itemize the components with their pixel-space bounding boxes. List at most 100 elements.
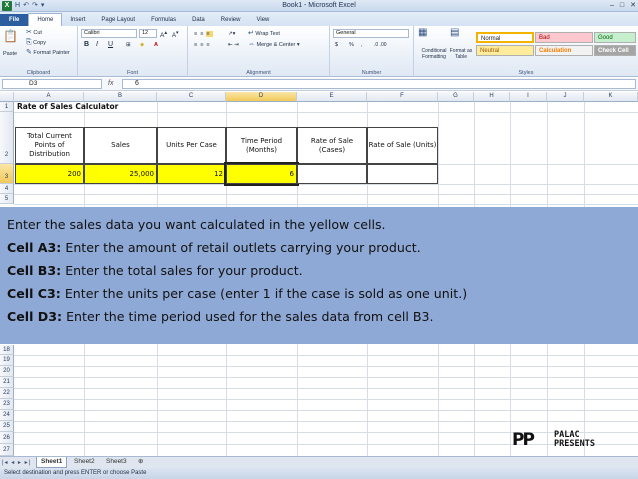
vertical-align-icons[interactable]: ≡≡≡ bbox=[194, 30, 213, 38]
tab-insert[interactable]: Insert bbox=[62, 14, 93, 26]
number-format-select[interactable]: General bbox=[333, 29, 409, 38]
borders-icon[interactable]: ⊞ bbox=[126, 41, 131, 49]
column-header-j[interactable]: J bbox=[547, 92, 584, 102]
tab-view[interactable]: View bbox=[248, 14, 277, 26]
cell-b3-sales-input[interactable]: 25,000 bbox=[84, 164, 157, 184]
currency-button[interactable]: $ bbox=[335, 41, 338, 49]
row-header-20[interactable]: 20 bbox=[0, 366, 14, 377]
column-header-c[interactable]: C bbox=[157, 92, 226, 102]
calculator-title[interactable]: Rate of Sales Calculator bbox=[17, 102, 118, 112]
tab-data[interactable]: Data bbox=[184, 14, 213, 26]
horizontal-align-icons[interactable]: ≡≡≡ bbox=[194, 41, 213, 49]
indent-icons[interactable]: ⇤ ⇥ bbox=[228, 41, 239, 49]
row-header-21[interactable]: 21 bbox=[0, 377, 14, 388]
italic-button[interactable]: I bbox=[96, 41, 98, 49]
column-header-h[interactable]: H bbox=[474, 92, 510, 102]
cell-f3-rate-units-output[interactable] bbox=[367, 164, 438, 184]
paste-button[interactable]: Paste bbox=[3, 50, 17, 58]
font-group: Calibri 12 A▴ A▾ B I U ⊞ ◈ A Font bbox=[78, 26, 188, 77]
copy-label: Copy bbox=[33, 40, 46, 46]
bold-button[interactable]: B bbox=[84, 41, 89, 49]
wrap-text-button[interactable]: ↵ Wrap Text bbox=[248, 30, 280, 38]
sheet-tab-1[interactable]: Sheet1 bbox=[36, 457, 68, 468]
font-size-select[interactable]: 12 bbox=[139, 29, 157, 38]
header-rate-of-sale-units[interactable]: Rate of Sale (Units) bbox=[367, 127, 438, 164]
tab-page-layout[interactable]: Page Layout bbox=[93, 14, 143, 26]
shrink-font-icon[interactable]: A▾ bbox=[172, 29, 179, 40]
font-color-icon[interactable]: A bbox=[154, 41, 158, 49]
row-header-5[interactable]: 5 bbox=[0, 194, 14, 204]
tab-review[interactable]: Review bbox=[213, 14, 249, 26]
grid-line bbox=[14, 377, 638, 378]
formula-input[interactable]: 6 bbox=[122, 79, 636, 89]
header-sales[interactable]: Sales bbox=[84, 127, 157, 164]
column-header-a[interactable]: A bbox=[14, 92, 84, 102]
tab-home[interactable]: Home bbox=[28, 13, 63, 26]
style-normal[interactable]: Normal bbox=[476, 32, 534, 43]
column-header-i[interactable]: I bbox=[510, 92, 547, 102]
column-header-e[interactable]: E bbox=[297, 92, 367, 102]
cell-a3-distribution-input[interactable]: 200 bbox=[15, 164, 84, 184]
column-header-k[interactable]: K bbox=[584, 92, 638, 102]
cell-c3-units-per-case-input[interactable]: 12 bbox=[157, 164, 226, 184]
column-header-d[interactable]: D bbox=[226, 92, 297, 102]
header-points-of-distribution[interactable]: Total Current Points of Distribution bbox=[15, 127, 84, 164]
copy-button[interactable]: ⎘ Copy bbox=[26, 39, 46, 47]
row-header-19[interactable]: 19 bbox=[0, 355, 14, 366]
font-name-select[interactable]: Calibri bbox=[81, 29, 137, 38]
decimal-icons[interactable]: .0 .00 bbox=[374, 41, 387, 49]
merge-center-button[interactable]: ⇔ Merge & Center ▾ bbox=[248, 41, 300, 49]
fx-icon[interactable]: fx bbox=[108, 79, 113, 89]
maximize-icon[interactable]: □ bbox=[620, 1, 624, 11]
comma-button[interactable]: , bbox=[361, 41, 363, 49]
sheet-tab-2[interactable]: Sheet2 bbox=[70, 457, 99, 468]
row-header-25[interactable]: 25 bbox=[0, 421, 14, 432]
minimize-icon[interactable]: – bbox=[610, 1, 614, 11]
conditional-formatting-button[interactable]: Conditional Formatting bbox=[418, 48, 450, 60]
row-header-26[interactable]: 26 bbox=[0, 432, 14, 444]
instruction-a3-key: Cell A3: bbox=[7, 240, 62, 255]
tab-file[interactable]: File bbox=[0, 14, 29, 26]
row-header-23[interactable]: 23 bbox=[0, 399, 14, 410]
style-check-cell[interactable]: Check Cell bbox=[594, 45, 636, 56]
tab-formulas[interactable]: Formulas bbox=[143, 14, 184, 26]
sheet-tab-3[interactable]: Sheet3 bbox=[102, 457, 131, 468]
format-painter-button[interactable]: ✎ Format Painter bbox=[26, 49, 70, 57]
style-good[interactable]: Good bbox=[594, 32, 636, 43]
percent-button[interactable]: % bbox=[349, 41, 354, 49]
close-icon[interactable]: ✕ bbox=[630, 1, 636, 11]
header-time-period[interactable]: Time Period (Months) bbox=[226, 127, 297, 164]
row-header-2[interactable]: 2 bbox=[0, 112, 14, 164]
style-calculation[interactable]: Calculation bbox=[535, 45, 593, 56]
select-all-corner[interactable] bbox=[0, 92, 14, 102]
orientation-icon[interactable]: ↗▾ bbox=[228, 30, 235, 38]
header-units-per-case[interactable]: Units Per Case bbox=[157, 127, 226, 164]
row-header-3[interactable]: 3 bbox=[0, 164, 14, 184]
column-header-b[interactable]: B bbox=[84, 92, 157, 102]
format-as-table-icon[interactable]: ▤ bbox=[450, 28, 459, 38]
cut-button[interactable]: ✂ Cut bbox=[26, 29, 42, 37]
cell-d3-time-period-input[interactable]: 6 bbox=[224, 162, 299, 186]
instruction-b3-text: Enter the total sales for your product. bbox=[61, 263, 303, 278]
style-neutral[interactable]: Neutral bbox=[476, 45, 534, 56]
sheet-nav-icons[interactable]: |◂ ◂ ▸ ▸| bbox=[2, 458, 31, 468]
brush-icon: ✎ bbox=[26, 49, 32, 56]
row-header-24[interactable]: 24 bbox=[0, 410, 14, 421]
column-header-g[interactable]: G bbox=[438, 92, 474, 102]
row-header-1[interactable]: 1 bbox=[0, 102, 14, 112]
underline-button[interactable]: U bbox=[108, 41, 113, 49]
conditional-formatting-icon[interactable]: ▦ bbox=[418, 28, 427, 38]
style-bad[interactable]: Bad bbox=[535, 32, 593, 43]
row-header-27[interactable]: 27 bbox=[0, 444, 14, 456]
row-header-4[interactable]: 4 bbox=[0, 184, 14, 194]
grow-font-icon[interactable]: A▴ bbox=[160, 29, 167, 40]
name-box[interactable]: D3 bbox=[2, 79, 102, 89]
format-as-table-button[interactable]: Format as Table bbox=[447, 48, 475, 60]
insert-sheet-icon[interactable]: ⊕ bbox=[134, 457, 147, 468]
column-header-f[interactable]: F bbox=[367, 92, 438, 102]
cell-e3-rate-cases-output[interactable] bbox=[297, 164, 367, 184]
header-rate-of-sale-cases[interactable]: Rate of Sale (Cases) bbox=[297, 127, 367, 164]
fill-color-icon[interactable]: ◈ bbox=[140, 41, 144, 49]
row-header-22[interactable]: 22 bbox=[0, 388, 14, 399]
row-header-18[interactable]: 18 bbox=[0, 345, 14, 355]
